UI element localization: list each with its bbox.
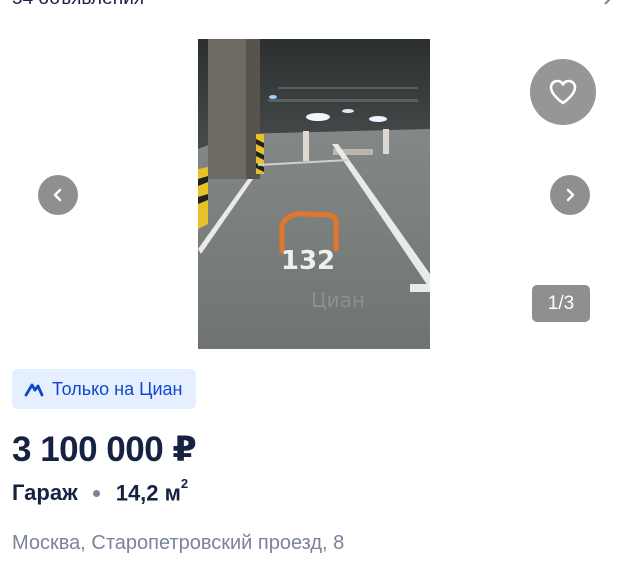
favorite-button[interactable] [530, 59, 596, 125]
cian-logo-icon [24, 383, 44, 397]
only-on-cian-badge[interactable]: Только на Циан [12, 369, 197, 409]
chevron-left-icon [53, 188, 62, 202]
photo-gallery[interactable]: 132 Циан 1/3 [0, 0, 625, 350]
photo-watermark: Циан [311, 288, 365, 312]
separator-dot [92, 489, 100, 497]
listing-price: 3 100 000 ₽ [12, 430, 197, 469]
badge-label: Только на Циан [52, 378, 183, 399]
next-photo-button[interactable] [550, 175, 590, 215]
previous-photo-button[interactable] [38, 175, 78, 215]
property-area: 14,2 м2 [115, 476, 189, 506]
chevron-right-icon [566, 188, 575, 202]
listing-properties: Гараж 14,2 м2 [12, 476, 189, 506]
listing-address[interactable]: Москва, Старопетровский проезд, 8 [12, 532, 344, 555]
floor-number-marking: 132 [281, 246, 335, 276]
listing-photo[interactable]: 132 Циан [198, 39, 430, 349]
property-type: Гараж [12, 480, 78, 506]
heart-icon [549, 79, 577, 105]
photo-counter: 1/3 [532, 285, 590, 322]
